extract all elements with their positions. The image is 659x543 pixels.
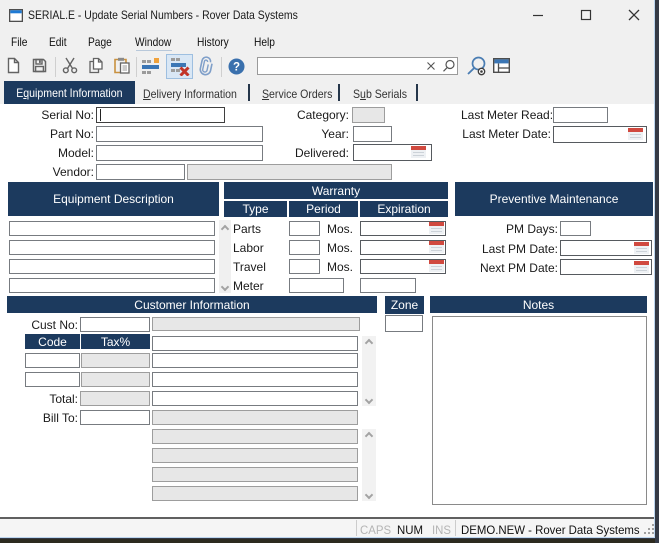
svg-text:?: ? bbox=[233, 62, 240, 74]
